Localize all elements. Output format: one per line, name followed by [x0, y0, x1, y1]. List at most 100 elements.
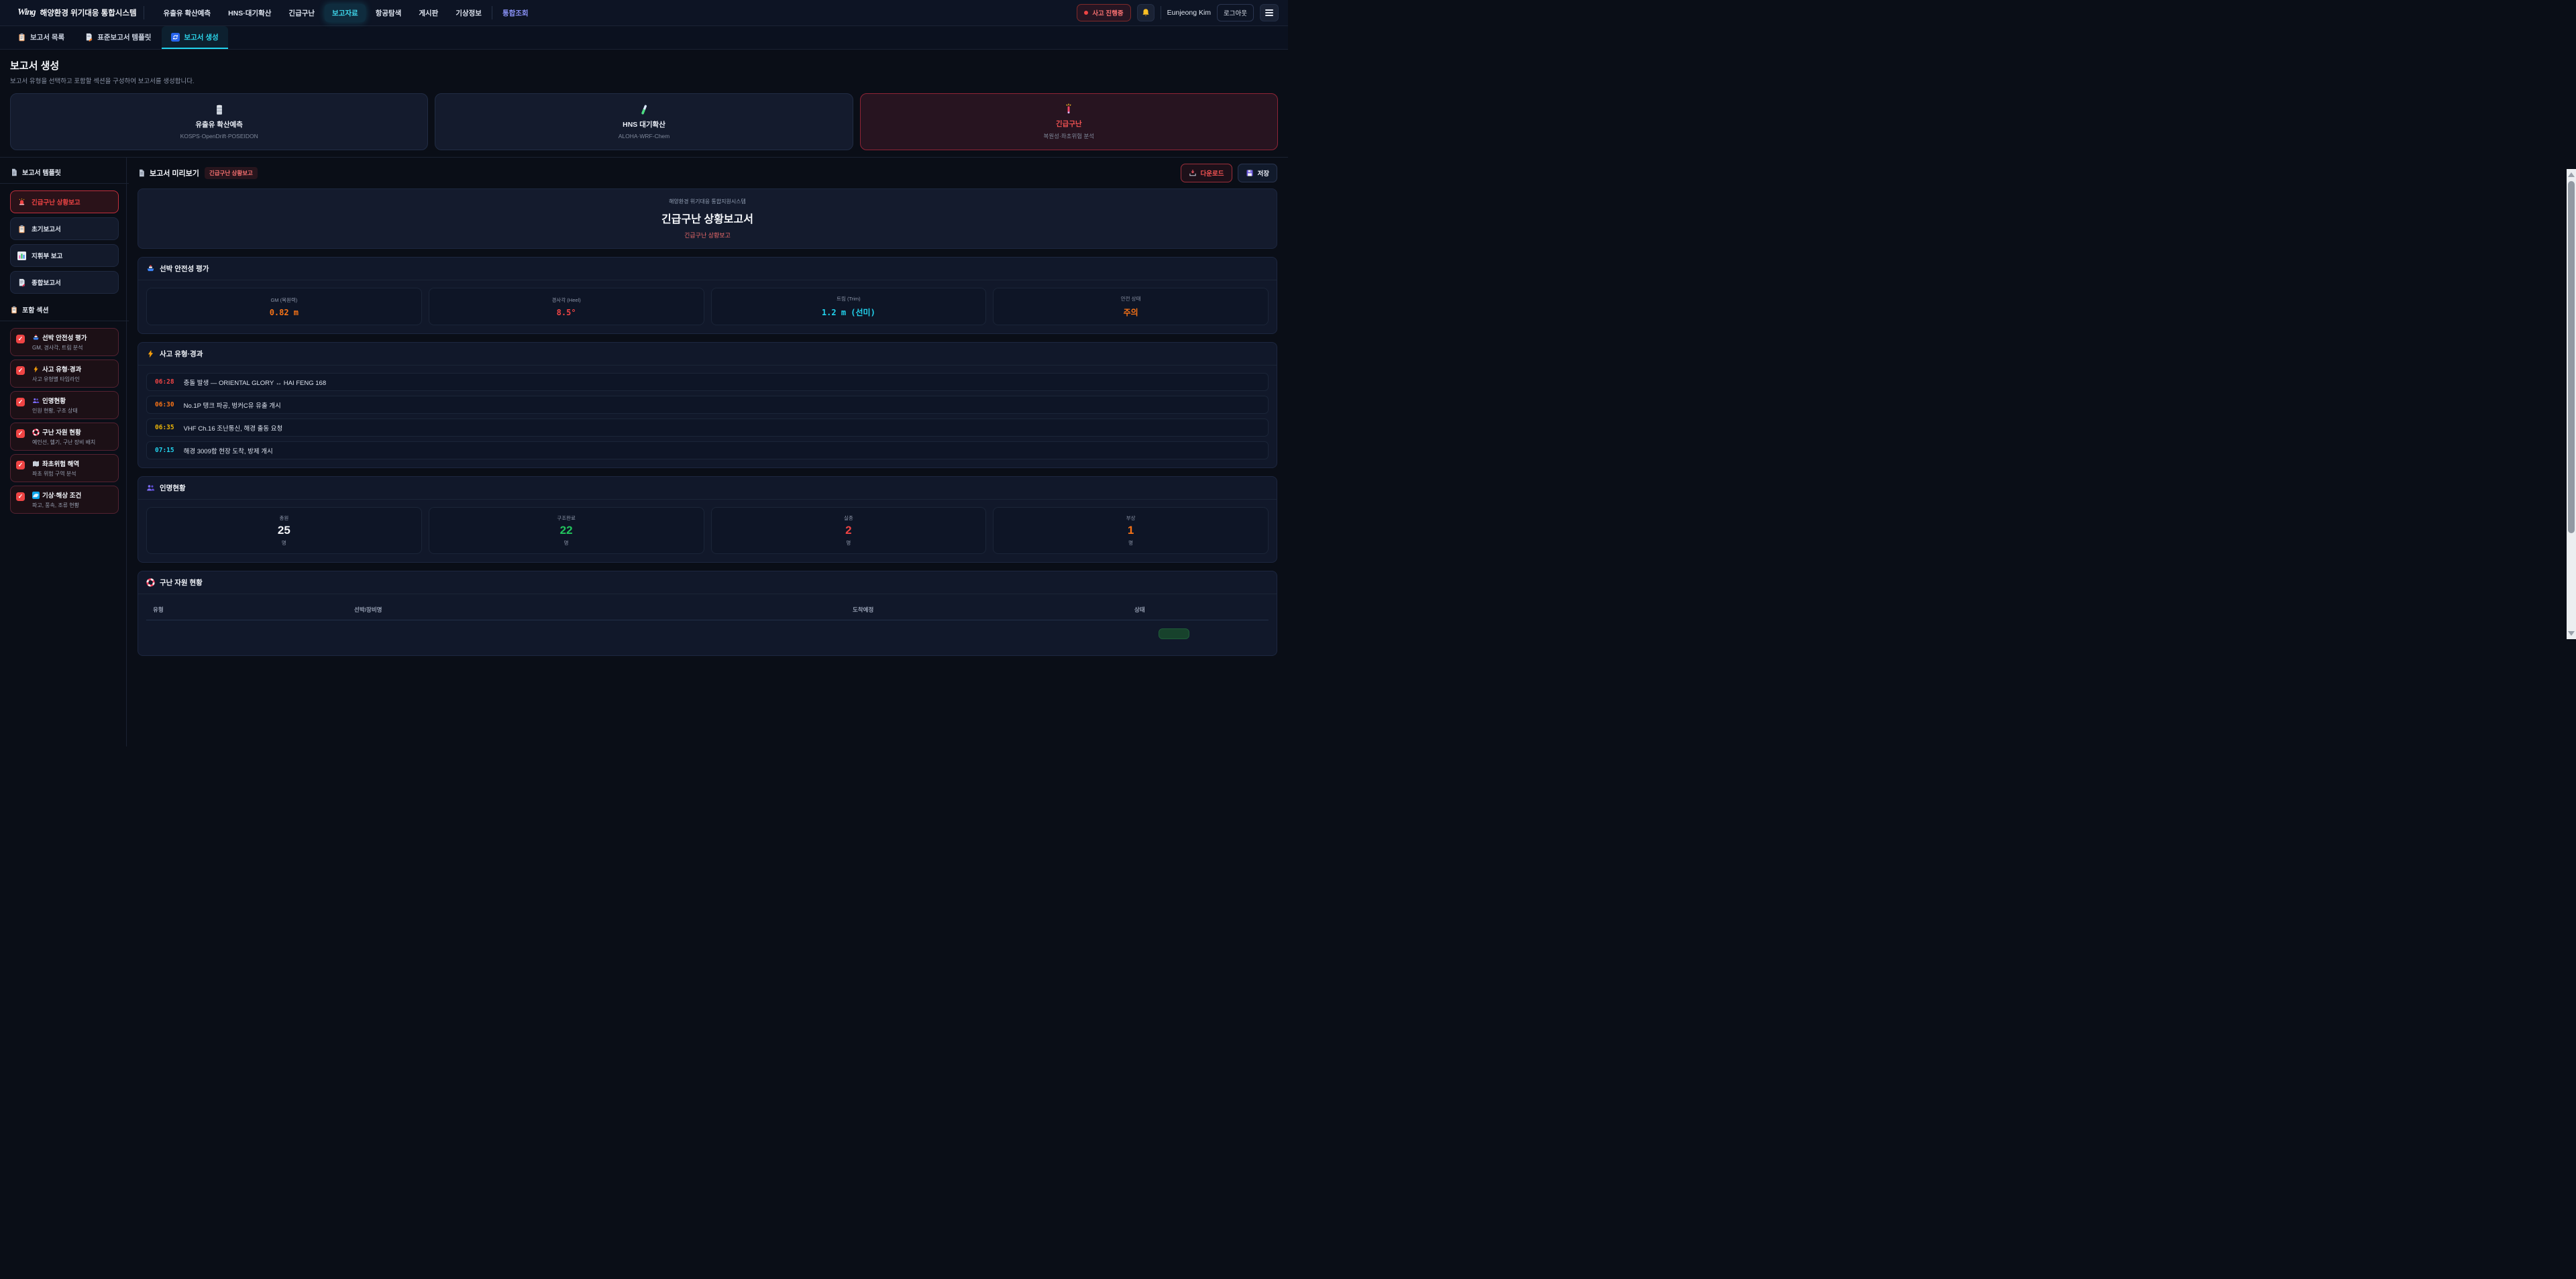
- section-toggle-title: 사고 유형·경과: [42, 364, 81, 374]
- section-toggle-desc: 인원 현황, 구조 상태: [32, 407, 113, 414]
- report-tabbar: 보고서 목록 표준보고서 템플릿 보고서 생성: [0, 26, 1288, 50]
- preview-title: 보고서 미리보기: [138, 168, 199, 178]
- checkbox-checked[interactable]: ✓: [16, 429, 25, 438]
- report-title: 긴급구난 상황보고서: [661, 210, 753, 226]
- type-card-title: 유출유 확산예측: [195, 119, 243, 129]
- report-title-block: 해양환경 위기대응 통합지원시스템 긴급구난 상황보고서 긴급구난 상황보고: [138, 188, 1277, 249]
- section-accident-timeline: 사고 유형·경과 06:28 충돌 발생 — ORIENTAL GLORY ↔ …: [138, 342, 1277, 468]
- siren-icon: [17, 198, 26, 207]
- preview-actions: 다운로드 저장: [1181, 164, 1277, 182]
- lower-region: 보고서 템플릿 긴급구난 상황보고 초기보고서 지휘부 보고: [0, 157, 1288, 746]
- template-item-emergency-report[interactable]: 긴급구난 상황보고: [10, 190, 119, 213]
- stat-rescued: 구조완료 22 명: [429, 507, 704, 554]
- report-org: 해양환경 위기대응 통합지원시스템: [669, 198, 746, 205]
- checkbox-checked[interactable]: ✓: [16, 461, 25, 469]
- checkbox-checked[interactable]: ✓: [16, 366, 25, 375]
- section-toggle-title: 구난 자원 현황: [42, 427, 81, 437]
- metric-value: 0.82 m: [270, 308, 299, 317]
- section-toggle-weather-sea[interactable]: ✓ 기상·해상 조건 파고, 풍속, 조류 현황: [10, 486, 119, 514]
- templates-header-label: 보고서 템플릿: [22, 167, 61, 177]
- section-toggle-grounding-risk[interactable]: ✓ 좌초위험 해역 좌초 위험 구역 분석: [10, 454, 119, 482]
- stat-unit: 명: [282, 539, 286, 547]
- logout-button[interactable]: 로그아웃: [1217, 4, 1254, 21]
- stat-injured: 부상 1 명: [993, 507, 1269, 554]
- scroll-down-arrow-icon[interactable]: [2568, 631, 2575, 636]
- type-card-oil-spill[interactable]: 유출유 확산예측 KOSPS·OpenDrift·POSEIDON: [10, 93, 428, 150]
- section-toggle-casualties[interactable]: ✓ 인명현황 인원 현황, 구조 상태: [10, 391, 119, 419]
- report-preview-document: 해양환경 위기대응 통합지원시스템 긴급구난 상황보고서 긴급구난 상황보고 선…: [138, 188, 1277, 656]
- type-card-rescue[interactable]: 긴급구난 복원성·좌초위험 분석: [860, 93, 1278, 150]
- type-card-subtitle: 복원성·좌초위험 분석: [1044, 132, 1095, 140]
- section-toggle-desc: 사고 유형별 타임라인: [32, 376, 113, 383]
- stat-missing: 실종 2 명: [711, 507, 987, 554]
- notifications-button[interactable]: [1137, 4, 1155, 21]
- timeline-event: 07:15 해경 3009함 현장 도착, 방제 개시: [146, 441, 1269, 459]
- nav-item-rescue[interactable]: 긴급구난: [281, 4, 322, 22]
- type-card-hns[interactable]: HNS 대기확산 ALOHA·WRF-Chem: [435, 93, 853, 150]
- template-item-initial-report[interactable]: 초기보고서: [10, 217, 119, 240]
- download-button[interactable]: 다운로드: [1181, 164, 1232, 182]
- topbar-right: 사고 진행중 Eunjeong Kim 로그아웃: [1077, 4, 1279, 21]
- incident-status-label: 사고 진행중: [1092, 8, 1123, 17]
- report-subtitle: 긴급구난 상황보고: [684, 231, 731, 239]
- section-toggle-desc: 파고, 풍속, 조류 현황: [32, 502, 113, 509]
- nav-item-aerial-search[interactable]: 항공탐색: [368, 4, 409, 22]
- metric-trim: 트림 (Trim) 1.2 m (선미): [711, 288, 987, 325]
- bolt-icon: [146, 349, 155, 358]
- stat-value: 2: [845, 524, 851, 537]
- nav-item-oil-spill[interactable]: 유출유 확산예측: [156, 4, 219, 22]
- scroll-up-arrow-icon[interactable]: [2568, 172, 2575, 177]
- resources-table-header: 유형 선박/장비명 도착예정 상태: [146, 602, 1269, 620]
- flare-icon: [1063, 103, 1075, 115]
- timeline-event: 06:30 No.1P 탱크 파공, 벙커C유 유출 개시: [146, 396, 1269, 414]
- safety-metrics: GM (복원력) 0.82 m 경사각 (Heel) 8.5° 트림 (Trim…: [146, 288, 1269, 325]
- timeline-text: 충돌 발생 — ORIENTAL GLORY ↔ HAI FENG 168: [184, 378, 327, 387]
- nav-item-hns[interactable]: HNS·대기확산: [221, 4, 278, 22]
- section-toggle-title: 좌초위험 해역: [42, 459, 79, 468]
- nav-item-integrated-search[interactable]: 통합조회: [495, 4, 536, 22]
- tab-label: 보고서 생성: [184, 32, 218, 42]
- stat-unit: 명: [564, 539, 569, 547]
- topbar: Wing 해양환경 위기대응 통합시스템 유출유 확산예측 HNS·대기확산 긴…: [0, 0, 1288, 26]
- section-toggle-desc: 좌초 위험 구역 분석: [32, 470, 113, 478]
- bar-chart-icon: [17, 252, 26, 260]
- tab-report-list[interactable]: 보고서 목록: [8, 26, 74, 49]
- section-toggle-desc: 예인선, 헬기, 구난 장비 배치: [32, 439, 113, 446]
- nav-item-weather[interactable]: 기상정보: [448, 4, 489, 22]
- test-tube-icon: [638, 104, 650, 116]
- timeline-event: 06:35 VHF Ch.16 조난통신, 해경 출동 요청: [146, 419, 1269, 437]
- menu-button[interactable]: [1260, 4, 1279, 21]
- template-item-comprehensive-report[interactable]: 종합보고서: [10, 271, 119, 294]
- stat-value: 22: [560, 524, 573, 537]
- section-toggle-title: 기상·해상 조건: [42, 490, 81, 500]
- timeline-text: VHF Ch.16 조난통신, 해경 출동 요청: [184, 423, 283, 433]
- incident-status-badge: 사고 진행중: [1077, 4, 1130, 21]
- timeline-event: 06:28 충돌 발생 — ORIENTAL GLORY ↔ HAI FENG …: [146, 373, 1269, 391]
- wave-icon: [32, 492, 40, 499]
- section-ship-safety: 선박 안전성 평가 GM (복원력) 0.82 m 경사각 (Heel) 8.5…: [138, 257, 1277, 334]
- type-card-subtitle: KOSPS·OpenDrift·POSEIDON: [180, 133, 258, 140]
- checkbox-checked[interactable]: ✓: [16, 492, 25, 501]
- section-title: 선박 안전성 평가: [160, 264, 209, 274]
- nav-item-reports[interactable]: 보고자료: [325, 4, 366, 22]
- preview-scrollbar[interactable]: [2567, 169, 2576, 639]
- template-item-command-report[interactable]: 지휘부 보고: [10, 244, 119, 267]
- section-toggle-rescue-resources[interactable]: ✓ 구난 자원 현황 예인선, 헬기, 구난 장비 배치: [10, 423, 119, 451]
- scrollbar-thumb[interactable]: [2568, 181, 2575, 533]
- stat-unit: 명: [1128, 539, 1133, 547]
- section-toggle-ship-safety[interactable]: ✓ 선박 안전성 평가 GM, 경사각, 트림 분석: [10, 328, 119, 356]
- template-item-label: 지휘부 보고: [32, 251, 62, 260]
- tab-standard-templates[interactable]: 표준보고서 템플릿: [75, 26, 160, 49]
- page-content: 보고서 생성 보고서 유형을 선택하고 포함할 섹션을 구성하여 보고서를 생성…: [0, 50, 1288, 746]
- save-icon: [1246, 169, 1254, 177]
- tab-report-generate[interactable]: 보고서 생성: [162, 26, 227, 49]
- metric-value: 1.2 m (선미): [822, 307, 875, 318]
- checkbox-checked[interactable]: ✓: [16, 335, 25, 343]
- divider: [0, 183, 129, 184]
- save-button[interactable]: 저장: [1238, 164, 1277, 182]
- checkbox-checked[interactable]: ✓: [16, 398, 25, 406]
- section-toggle-accident-timeline[interactable]: ✓ 사고 유형·경과 사고 유형별 타임라인: [10, 359, 119, 388]
- column-status: 상태: [1134, 606, 1262, 614]
- nav-item-board[interactable]: 게시판: [411, 4, 445, 22]
- main-nav: 유출유 확산예측 HNS·대기확산 긴급구난 보고자료 항공탐색 게시판 기상정…: [156, 4, 536, 22]
